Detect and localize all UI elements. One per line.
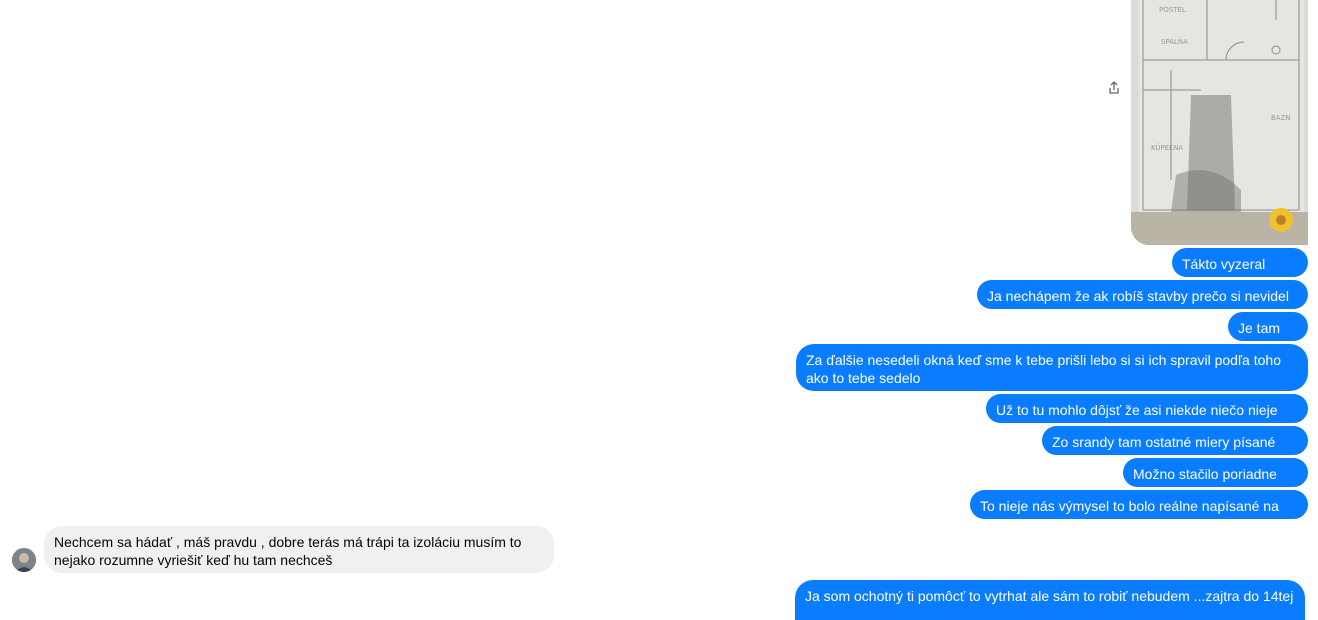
outgoing-message[interactable]: Tákto vyzeral nakres (1172, 248, 1308, 290)
outgoing-message[interactable]: Je tam 9m (1228, 312, 1308, 354)
outgoing-message[interactable]: Ja nechápem že ak robíš stavby prečo si … (977, 280, 1308, 322)
svg-text:BAZN: BAZN (1271, 114, 1291, 122)
svg-text:POSTEL: POSTEL (1159, 6, 1186, 14)
svg-text:KÚPEĽŇA: KÚPEĽŇA (1151, 143, 1183, 152)
svg-text:SPALŇA: SPALŇA (1161, 37, 1188, 46)
share-icon[interactable] (1106, 80, 1122, 96)
outgoing-message[interactable]: Za ďalšie nesedeli okná keď sme k tebe p… (796, 344, 1308, 391)
outgoing-message[interactable]: To nieje nás výmysel to bolo reálne napí… (970, 490, 1308, 532)
image-attachment[interactable]: SPALŇA POSTEL BAZN KÚPEĽŇA (1131, 0, 1308, 245)
outgoing-message[interactable]: Už to tu mohlo dôjsť že asi niekde niečo… (986, 394, 1308, 436)
outgoing-message[interactable]: Zo srandy tam ostatné miery písané nebol… (1042, 426, 1308, 468)
outgoing-message[interactable]: Možno stačilo poriadne citat (1123, 458, 1308, 500)
incoming-message[interactable]: Nechcem sa hádať , máš pravdu , dobre te… (44, 526, 554, 573)
avatar[interactable] (12, 548, 36, 572)
outgoing-message[interactable]: Ja som ochotný ti pomôcť to vytrhat ale … (795, 580, 1305, 620)
